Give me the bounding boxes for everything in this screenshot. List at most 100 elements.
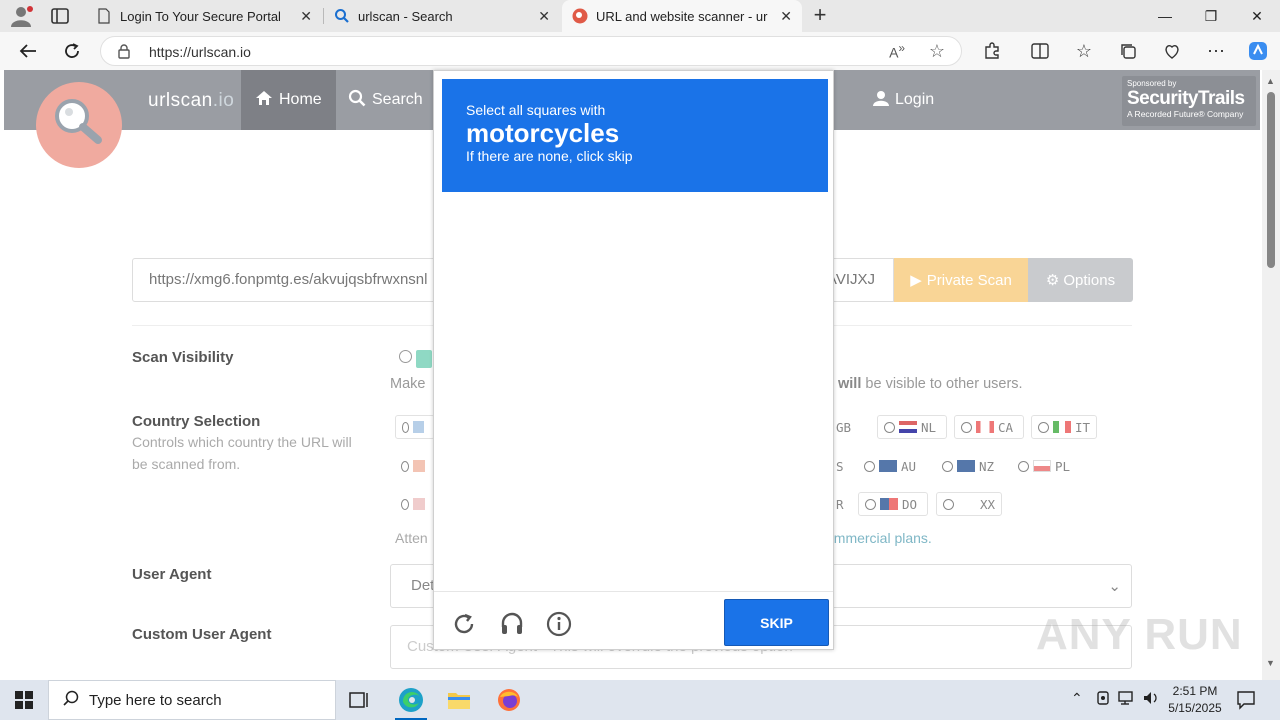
favorite-star-icon[interactable]: ☆ — [929, 41, 945, 62]
tab-urlscan-scanner[interactable]: URL and website scanner - urlsca ✕ — [562, 0, 802, 32]
taskbar-search-box[interactable]: Type here to search — [48, 680, 336, 720]
close-icon[interactable]: ✕ — [538, 8, 550, 25]
tab-urlscan-search[interactable]: urlscan - Search ✕ — [324, 0, 560, 32]
address-bar[interactable]: https://urlscan.io A» ☆ — [100, 36, 962, 66]
captcha-tile[interactable] — [539, 295, 634, 390]
urlscan-logo[interactable] — [36, 82, 122, 168]
refresh-button[interactable] — [59, 39, 85, 63]
tab-login-portal[interactable]: Login To Your Secure Portal ✕ — [86, 0, 322, 32]
captcha-tile[interactable] — [636, 198, 731, 293]
windows-start-icon[interactable] — [0, 680, 48, 720]
nav-home[interactable]: Home — [241, 70, 336, 130]
copilot-icon[interactable] — [1245, 39, 1271, 63]
split-screen-icon[interactable] — [1027, 39, 1053, 63]
search-icon — [63, 690, 79, 710]
country-chip-au[interactable]: AU — [858, 454, 928, 478]
captcha-tile[interactable] — [442, 198, 537, 293]
collections-icon[interactable] — [1115, 39, 1141, 63]
captcha-grid — [442, 198, 828, 584]
captcha-tile[interactable] — [442, 295, 537, 390]
task-view-icon[interactable] — [336, 680, 384, 720]
country-chip[interactable] — [395, 415, 435, 439]
country-chip-ca[interactable]: CA — [954, 415, 1024, 439]
captcha-hint: If there are none, click skip — [466, 148, 633, 164]
windows-taskbar: Type here to search ⌃ 2:51 PM 5/15/2025 — [0, 680, 1280, 720]
device-icon[interactable] — [1096, 690, 1110, 709]
tray-overflow-icon[interactable]: ⌃ — [1071, 690, 1083, 707]
captcha-tile[interactable] — [442, 392, 537, 487]
captcha-tile[interactable] — [539, 489, 634, 584]
captcha-tile[interactable] — [539, 198, 634, 293]
chevron-down-icon: ⌄ — [1108, 578, 1121, 595]
captcha-tile[interactable] — [733, 489, 828, 584]
tab-actions-icon[interactable] — [48, 6, 72, 26]
browser-essentials-icon[interactable] — [1159, 39, 1185, 63]
nav-search[interactable]: Search — [334, 70, 437, 130]
captcha-instruction: Select all squares with — [466, 102, 606, 118]
captcha-tile[interactable] — [636, 392, 731, 487]
lock-icon[interactable] — [117, 43, 131, 64]
notification-icon[interactable] — [1236, 690, 1256, 715]
favorites-icon[interactable]: ☆ — [1071, 39, 1097, 63]
country-chip-gb[interactable]: GB — [830, 415, 872, 439]
attention-note: Atten — [395, 530, 428, 546]
captcha-header: Select all squares with motorcycles If t… — [442, 79, 828, 192]
new-tab-button[interactable]: + — [808, 4, 832, 28]
restore-button[interactable]: ❐ — [1188, 0, 1234, 32]
edge-browser-icon[interactable] — [387, 680, 435, 720]
network-icon[interactable] — [1118, 690, 1136, 709]
url-text: https://urlscan.io — [149, 44, 251, 60]
read-aloud-icon[interactable]: A» — [889, 42, 905, 61]
close-window-button[interactable]: ✕ — [1234, 0, 1280, 32]
reload-icon[interactable] — [450, 610, 478, 638]
volume-icon[interactable] — [1142, 690, 1160, 709]
file-explorer-icon[interactable] — [435, 680, 483, 720]
captcha-tile[interactable] — [733, 392, 828, 487]
country-chip-xx[interactable]: XX — [936, 492, 1002, 516]
captcha-tile[interactable] — [539, 392, 634, 487]
options-button[interactable]: ⚙ Options — [1028, 258, 1133, 302]
country-chip-it[interactable]: IT — [1031, 415, 1097, 439]
captcha-tile[interactable] — [442, 489, 537, 584]
country-chip-do[interactable]: DO — [858, 492, 928, 516]
scroll-up-arrow[interactable]: ▲ — [1266, 76, 1275, 86]
captcha-tile[interactable] — [636, 489, 731, 584]
country-chip-nl[interactable]: NL — [877, 415, 947, 439]
country-chip-partial[interactable]: S — [830, 454, 860, 478]
profile-icon[interactable] — [8, 4, 34, 28]
skip-button[interactable]: SKIP — [724, 599, 829, 646]
close-icon[interactable]: ✕ — [780, 8, 792, 25]
urlscan-icon — [572, 8, 588, 24]
country-chip-nz[interactable]: NZ — [936, 454, 1006, 478]
visibility-radio[interactable] — [399, 350, 412, 363]
public-badge — [416, 350, 432, 368]
scroll-down-arrow[interactable]: ▼ — [1266, 658, 1275, 668]
captcha-tile[interactable] — [733, 198, 828, 293]
anyrun-watermark: ANY RUN — [1036, 610, 1243, 659]
commercial-plans-link[interactable]: ommercial plans. — [826, 530, 932, 546]
minimize-button[interactable]: — — [1142, 0, 1188, 32]
scan-visibility-label: Scan Visibility — [132, 349, 234, 366]
extensions-icon[interactable] — [979, 39, 1005, 63]
scrollbar-thumb[interactable] — [1267, 92, 1275, 268]
taskbar-clock[interactable]: 2:51 PM 5/15/2025 — [1162, 683, 1228, 717]
private-scan-button[interactable]: ▶ Private Scan — [894, 258, 1028, 302]
info-icon[interactable] — [545, 610, 573, 638]
country-chip[interactable] — [395, 454, 435, 478]
captcha-tile[interactable] — [733, 295, 828, 390]
scan-url-tail: AVIJXJ — [826, 271, 875, 288]
captcha-footer-divider — [434, 591, 833, 592]
audio-icon[interactable] — [498, 610, 526, 638]
close-icon[interactable]: ✕ — [300, 8, 312, 25]
site-brand[interactable]: urlscan.io — [148, 90, 234, 112]
nav-login[interactable]: Login — [859, 70, 948, 130]
back-button[interactable] — [15, 39, 41, 63]
sponsor-logo[interactable]: Sponsored by SecurityTrails A Recorded F… — [1122, 76, 1256, 126]
more-menu-icon[interactable]: ⋯ — [1203, 39, 1229, 63]
captcha-tile[interactable] — [636, 295, 731, 390]
country-chip-partial[interactable]: R — [830, 492, 860, 516]
page-scrollbar[interactable]: ▲ ▼ — [1262, 70, 1280, 680]
firefox-icon[interactable] — [485, 680, 533, 720]
country-chip[interactable] — [395, 492, 435, 516]
country-chip-pl[interactable]: PL — [1012, 454, 1082, 478]
